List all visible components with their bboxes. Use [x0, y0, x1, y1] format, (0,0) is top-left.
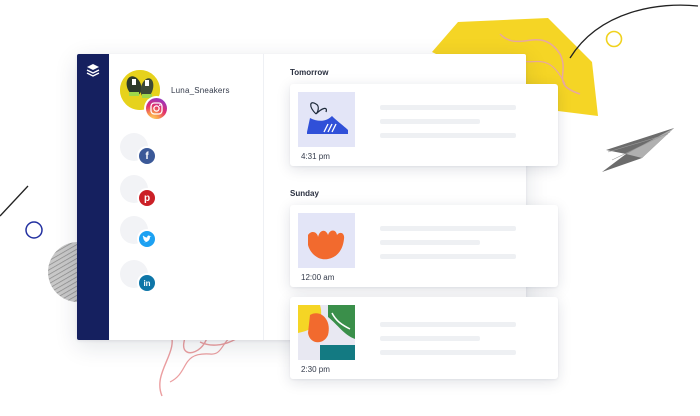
post-thumbnail[interactable] [298, 305, 355, 360]
placeholder-line [380, 133, 516, 138]
social-slot-twitter[interactable] [120, 216, 160, 250]
instagram-badge [144, 96, 169, 121]
post-thumbnail[interactable] [298, 92, 355, 147]
sneaker-illustration-icon [298, 92, 355, 147]
profile-username: Luna_Sneakers [171, 86, 230, 95]
placeholder-line [380, 350, 516, 355]
placeholder-line [380, 240, 480, 245]
twitter-icon [139, 231, 155, 247]
social-slot-linkedin[interactable]: in [120, 260, 160, 294]
blue-ring-decoration [25, 221, 43, 239]
curve-decoration [569, 4, 699, 59]
placeholder-line [380, 322, 516, 327]
pinterest-icon: p [139, 190, 155, 206]
day-label-tomorrow: Tomorrow [290, 68, 329, 77]
social-slot-facebook[interactable]: f [120, 133, 160, 167]
diagonal-line [0, 185, 29, 217]
textured-half-circle [48, 242, 78, 302]
placeholder-line [380, 336, 480, 341]
nav-rail [77, 54, 109, 340]
post-time: 2:30 pm [301, 365, 330, 374]
layers-logo-icon[interactable] [86, 63, 100, 77]
instagram-icon [146, 98, 167, 119]
post-card[interactable]: 12:00 am [290, 205, 558, 287]
placeholder-line [380, 119, 480, 124]
social-slot-pinterest[interactable]: p [120, 175, 160, 209]
post-time: 12:00 am [301, 273, 335, 282]
post-time: 4:31 pm [301, 152, 330, 161]
post-card[interactable]: 4:31 pm [290, 84, 558, 166]
post-thumbnail[interactable] [298, 213, 355, 268]
placeholder-line [380, 105, 516, 110]
facebook-icon: f [139, 148, 155, 164]
post-card[interactable]: 2:30 pm [290, 297, 558, 379]
profiles-column: Luna_Sneakers f p in [109, 54, 264, 340]
day-label-sunday: Sunday [290, 189, 319, 198]
placeholder-line [380, 254, 516, 259]
colorful-collage-icon [298, 305, 355, 360]
linkedin-icon: in [139, 275, 155, 291]
paper-plane-icon [602, 128, 674, 172]
orange-hand-illustration-icon [298, 213, 355, 268]
placeholder-line [380, 226, 516, 231]
